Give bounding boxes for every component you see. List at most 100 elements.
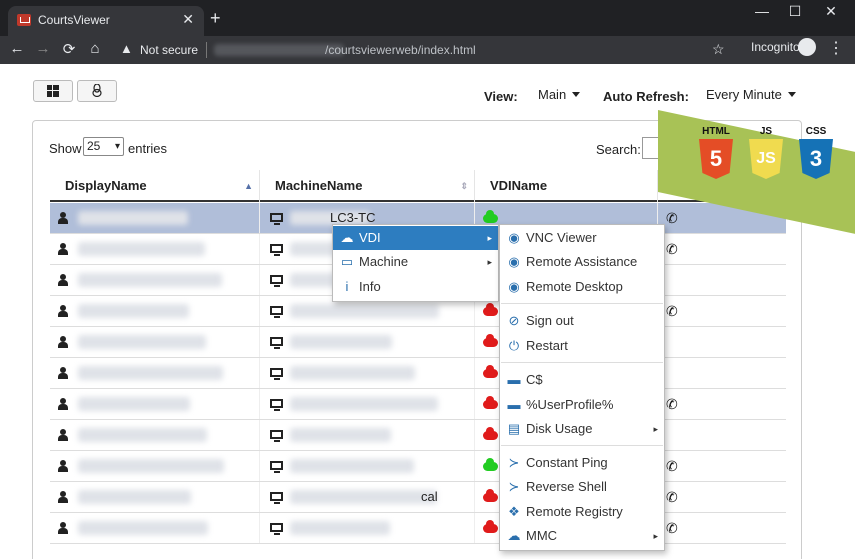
close-window-button[interactable]: ✕ — [816, 3, 846, 20]
phone-cell: ✆ — [658, 513, 786, 543]
phone-icon[interactable]: ✆ — [666, 451, 678, 481]
minimize-button[interactable]: — — [747, 3, 777, 19]
redacted-text — [78, 490, 191, 504]
back-button[interactable]: ← — [7, 40, 27, 57]
windows-button[interactable] — [33, 80, 73, 102]
phone-cell — [658, 358, 786, 388]
table-row[interactable]: ✆ — [50, 451, 786, 482]
menu-item-disk-usage[interactable]: ▤ Disk Usage ▸ — [500, 417, 664, 441]
menu-item-label: Sign out — [526, 313, 574, 328]
new-tab-button[interactable]: + — [210, 8, 221, 29]
security-status[interactable]: Not secure — [140, 43, 198, 57]
table-row[interactable] — [50, 327, 786, 358]
machinename-cell: cal — [260, 482, 475, 512]
phone-icon[interactable]: ✆ — [666, 389, 678, 419]
entries-select[interactable]: 25 — [83, 137, 124, 156]
table-row[interactable] — [50, 358, 786, 389]
menu-item-c[interactable]: ▬ C$ — [500, 368, 664, 392]
machinename-cell — [260, 451, 475, 481]
css-shield-icon: 3 — [799, 139, 833, 179]
menu-item-vnc-viewer[interactable]: ◉ VNC Viewer — [500, 226, 664, 250]
column-label: VDIName — [490, 178, 548, 193]
vdi-submenu: ◉ VNC Viewer ◉ Remote Assistance ◉ Remote Des… — [499, 224, 665, 551]
maximize-button[interactable]: ☐ — [780, 3, 810, 20]
phone-icon[interactable]: ✆ — [666, 203, 678, 233]
redacted-text — [78, 273, 222, 287]
menu-item-userprofile[interactable]: ▬ %UserProfile% — [500, 393, 664, 417]
machinename-cell — [260, 389, 475, 419]
cloud-status-icon — [483, 427, 498, 440]
cloud-status-icon — [483, 365, 498, 378]
column-header-vdiname[interactable]: VDIName — [475, 170, 658, 202]
menu-item-reverse-shell[interactable]: ≻ Reverse Shell — [500, 475, 664, 499]
menu-item-constant-ping[interactable]: ≻ Constant Ping — [500, 451, 664, 475]
menu-item-label: C$ — [526, 372, 543, 387]
linux-icon — [92, 83, 102, 98]
address-bar[interactable]: ▲ Not secure /courtsviewerweb/index.html… — [110, 39, 740, 61]
monitor-icon — [270, 244, 283, 256]
menu-item-remote-assistance[interactable]: ◉ Remote Assistance — [500, 250, 664, 274]
entries-label: entries — [128, 141, 168, 156]
monitor-icon — [270, 275, 283, 287]
show-label: Show — [49, 141, 82, 156]
table-row[interactable]: ✆ — [50, 513, 786, 544]
reload-button[interactable]: ⟳ — [59, 40, 79, 58]
view-value: Main — [538, 87, 567, 102]
linux-button[interactable] — [77, 80, 117, 102]
disk-icon: ▤ — [507, 421, 521, 436]
table-row[interactable] — [50, 420, 786, 451]
menu-item-mmc[interactable]: ☁ MMC ▸ — [500, 524, 664, 548]
menu-item-remote-registry[interactable]: ❖ Remote Registry — [500, 500, 664, 524]
column-header-machinename[interactable]: MachineName ⇕ — [260, 170, 475, 202]
menu-item-machine[interactable]: ▭ Machine ▸ — [333, 250, 498, 274]
column-header-displayname[interactable]: DisplayName ▲ — [50, 170, 260, 202]
chevron-right-icon: ▸ — [487, 257, 492, 267]
eye-icon: ◉ — [508, 279, 520, 294]
menu-item-label: Restart — [526, 338, 568, 353]
tab-close-icon[interactable]: ✕ — [182, 11, 194, 28]
auto-refresh-value: Every Minute — [706, 87, 782, 102]
user-icon — [58, 522, 68, 534]
menu-item-label: Info — [359, 279, 381, 294]
user-icon — [58, 305, 68, 317]
phone-icon[interactable]: ✆ — [666, 296, 678, 326]
auto-refresh-dropdown[interactable]: Every Minute — [706, 87, 796, 102]
menu-item-restart[interactable]: ⏻ Restart — [500, 334, 664, 358]
menu-item-remote-desktop[interactable]: ◉ Remote Desktop — [500, 275, 664, 299]
bookmark-star-icon[interactable]: ☆ — [712, 41, 725, 58]
menu-item-sign-out[interactable]: ⊘ Sign out — [500, 309, 664, 333]
redacted-text — [78, 397, 190, 411]
home-button[interactable]: ⌂ — [85, 40, 105, 57]
forward-button[interactable]: → — [33, 40, 53, 57]
chevron-right-icon: ▸ — [653, 531, 658, 541]
displayname-cell — [50, 203, 260, 233]
redacted-text — [290, 304, 439, 318]
url-text[interactable]: /courtsviewerweb/index.html — [325, 43, 476, 57]
phone-icon[interactable]: ✆ — [666, 513, 678, 543]
view-dropdown[interactable]: Main — [538, 87, 581, 102]
browser-tab[interactable]: CourtsViewer ✕ — [8, 6, 204, 36]
phone-icon[interactable]: ✆ — [666, 234, 678, 264]
table-row[interactable]: ✆ — [50, 389, 786, 420]
phone-cell: ✆ — [658, 482, 786, 512]
redacted-text — [78, 459, 224, 473]
incognito-icon[interactable] — [798, 38, 816, 56]
search-label: Search: — [596, 142, 641, 157]
warning-icon: ▲ — [120, 41, 133, 56]
menu-item-info[interactable]: i Info — [333, 275, 498, 299]
monitor-icon: ▭ — [340, 254, 354, 269]
browser-menu-icon[interactable]: ⋮ — [828, 38, 844, 58]
chevron-down-icon — [787, 92, 796, 97]
browser-tab-bar: CourtsViewer ✕ + — ☐ ✕ — [0, 0, 855, 36]
user-icon — [58, 460, 68, 472]
column-label: DisplayName — [65, 178, 147, 193]
badge-title: HTML — [702, 126, 730, 137]
terminal-icon: ≻ — [508, 455, 520, 470]
view-label: View: — [484, 89, 518, 104]
phone-cell: ✆ — [658, 234, 786, 264]
menu-item-vdi[interactable]: ☁ VDI ▸ — [333, 226, 498, 250]
info-icon: i — [345, 279, 349, 294]
table-row[interactable]: cal ✆ — [50, 482, 786, 513]
phone-icon[interactable]: ✆ — [666, 482, 678, 512]
redacted-text — [290, 335, 392, 349]
